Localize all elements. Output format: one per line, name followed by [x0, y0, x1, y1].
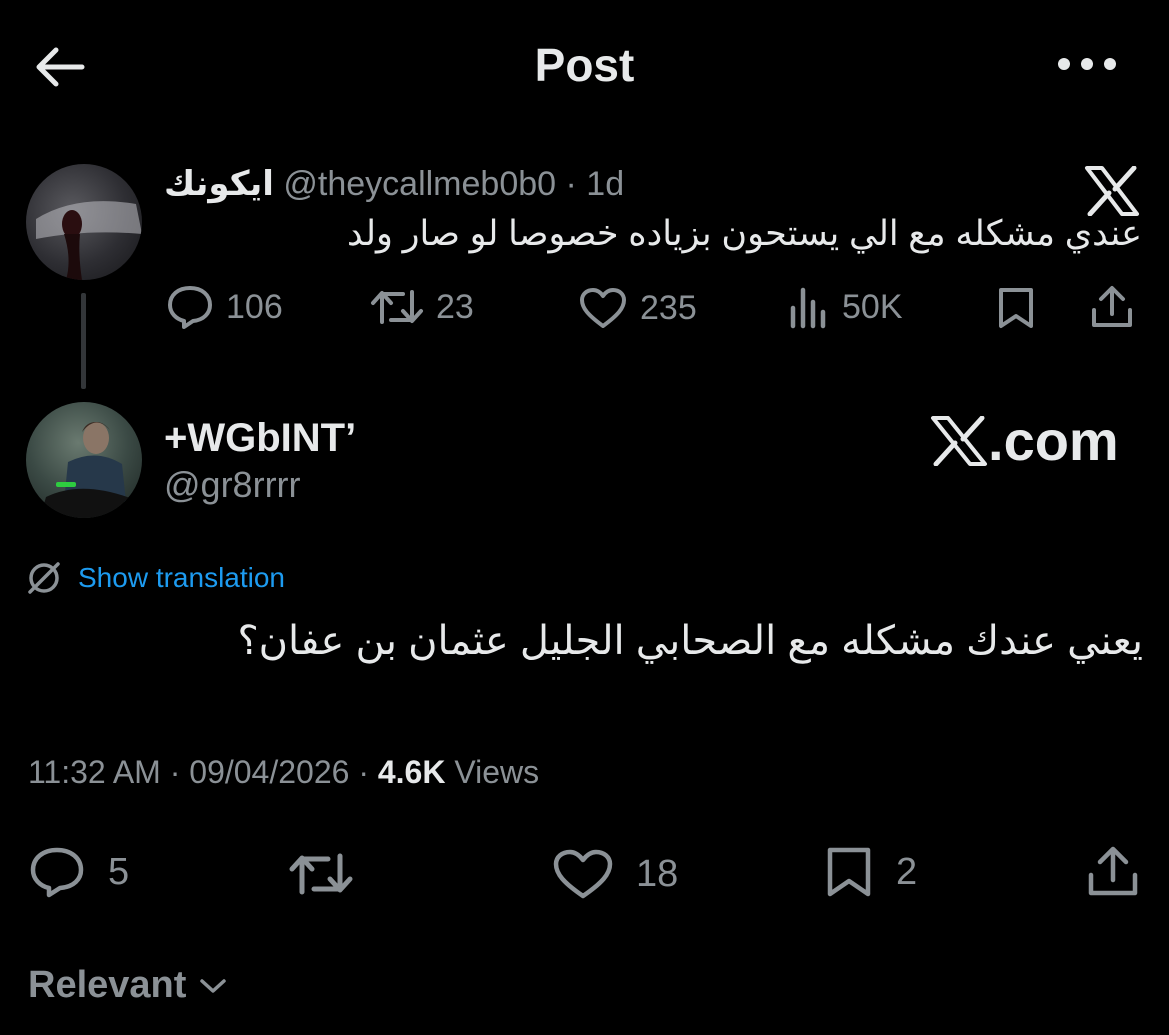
- sort-selector[interactable]: Relevant: [28, 964, 228, 1007]
- more-icon: [1058, 58, 1116, 70]
- like-count: 18: [636, 852, 679, 895]
- repost-icon: [289, 853, 353, 895]
- repost-icon: [371, 290, 423, 324]
- share-icon: [1088, 846, 1138, 896]
- quoted-meta: ايكونك @theycallmeb0b0 · 1d: [164, 164, 624, 204]
- reply-count: 5: [108, 850, 130, 893]
- like-icon: [553, 849, 613, 899]
- show-translation-link[interactable]: Show translation: [26, 560, 285, 596]
- quoted-time: · 1d: [565, 165, 625, 203]
- views-count: 4.6K: [377, 754, 446, 790]
- x-logo-icon: [931, 415, 987, 466]
- bookmark-count: 2: [896, 850, 918, 893]
- avatar[interactable]: [26, 402, 142, 518]
- page-title: Post: [534, 39, 635, 91]
- avatar-image: [40, 422, 136, 518]
- x-com-text: .com: [988, 409, 1119, 472]
- author-name[interactable]: +WGbINT’: [164, 416, 356, 461]
- quoted-author-handle[interactable]: @theycallmeb0b0: [283, 165, 556, 203]
- quoted-reply-count: 106: [226, 287, 283, 326]
- quoted-like-button[interactable]: 235: [578, 286, 697, 330]
- x-logo-icon: [1084, 166, 1140, 216]
- post-meta: 11:32 AM · 09/04/2026 · 4.6K Views: [28, 754, 540, 790]
- bookmark-icon: [827, 847, 871, 897]
- quoted-text: عندي مشكله مع الي يستحون بزياده خصوصا لو…: [346, 214, 1142, 253]
- share-button[interactable]: [1084, 844, 1142, 898]
- quoted-author-name[interactable]: ايكونك: [164, 165, 274, 203]
- share-icon: [1092, 286, 1132, 327]
- reply-icon: [168, 286, 212, 329]
- repost-button[interactable]: [288, 850, 354, 898]
- more-button[interactable]: [1052, 44, 1122, 84]
- post-time: 11:32 AM: [28, 754, 161, 790]
- post-text: يعني عندك مشكله مع الصحابي الجليل عثمان …: [237, 619, 1143, 663]
- quoted-repost-button[interactable]: 23: [370, 286, 474, 328]
- quoted-reply-button[interactable]: 106: [166, 284, 283, 330]
- quoted-like-count: 235: [640, 288, 697, 327]
- quoted-action-bar: 106 23 235 50K: [0, 280, 1169, 336]
- post-date: 09/04/2026: [189, 754, 350, 790]
- like-icon: [580, 288, 626, 328]
- quoted-repost-count: 23: [436, 287, 474, 326]
- translate-label: Show translation: [78, 562, 286, 593]
- avatar[interactable]: [26, 164, 142, 280]
- x-com-watermark: .com: [930, 408, 1119, 473]
- reply-icon: [30, 847, 84, 898]
- quoted-share-button[interactable]: [1088, 284, 1136, 330]
- author-handle[interactable]: @gr8rrrr: [164, 464, 301, 506]
- chevron-down-icon: [200, 978, 227, 993]
- bookmark-icon: [999, 288, 1033, 328]
- reply-button[interactable]: 5: [28, 846, 129, 898]
- translate-icon: [28, 562, 60, 594]
- sort-label: Relevant: [28, 964, 187, 1006]
- quoted-bookmark-button[interactable]: [996, 286, 1036, 330]
- bookmark-button[interactable]: 2: [824, 846, 917, 898]
- views-icon: [790, 287, 826, 329]
- avatar-image: [36, 201, 142, 280]
- like-button[interactable]: 18: [552, 848, 678, 900]
- quoted-views-button[interactable]: 50K: [788, 284, 903, 330]
- views-label: Views: [454, 754, 540, 790]
- quoted-views-count: 50K: [842, 287, 903, 326]
